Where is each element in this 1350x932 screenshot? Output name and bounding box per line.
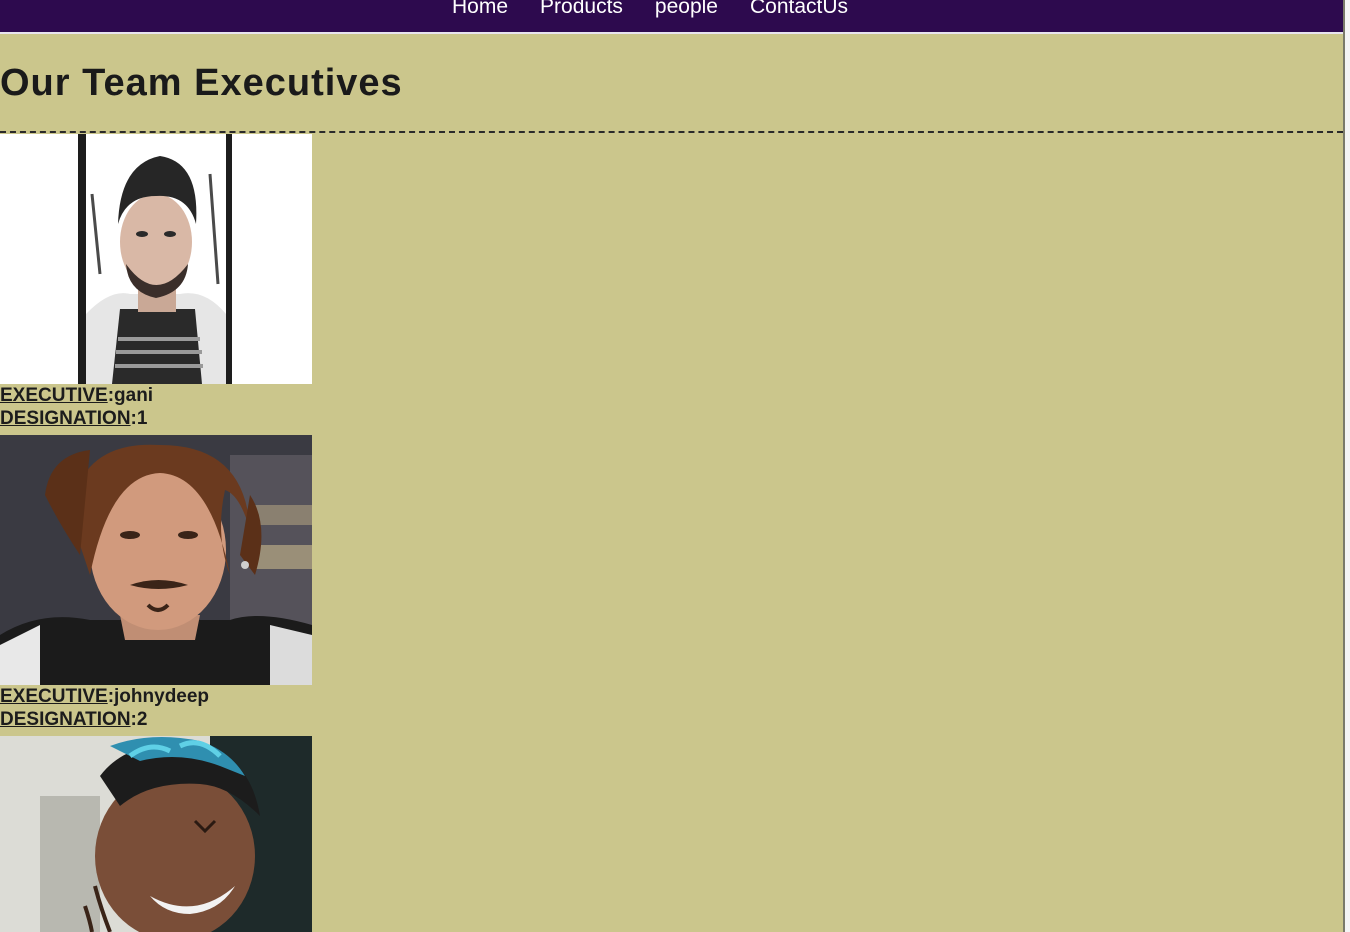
designation-value: 1 — [136, 408, 148, 429]
executive-label: EXECUTIVE — [0, 385, 108, 406]
executive-info: EXECUTIVE:gani DESIGNATION:1 — [0, 384, 312, 430]
nav-item-people[interactable]: people — [655, 0, 718, 20]
designation-label: DESIGNATION — [0, 709, 131, 730]
nav-item-home[interactable]: Home — [452, 0, 508, 20]
designation-row: DESIGNATION:2 — [0, 709, 148, 730]
executive-photo — [0, 134, 312, 384]
nav-item-contactus[interactable]: ContactUs — [750, 0, 848, 20]
nav-menu: Home Products people ContactUs — [452, 0, 880, 20]
scrollbar-edge[interactable] — [1345, 0, 1350, 932]
nav-item-products[interactable]: Products — [540, 0, 623, 20]
executive-name-row: EXECUTIVE:gani — [0, 385, 154, 406]
designation-value: 2 — [136, 709, 148, 730]
executive-card — [0, 736, 312, 932]
executive-name: gani — [114, 385, 154, 406]
section-divider — [0, 131, 1343, 133]
executive-card: EXECUTIVE:gani DESIGNATION:1 — [0, 134, 312, 430]
executive-info: EXECUTIVE:johnydeep DESIGNATION:2 — [0, 685, 312, 731]
top-navbar: Home Products people ContactUs — [0, 0, 1343, 34]
executive-photo — [0, 736, 312, 932]
executive-photo — [0, 435, 312, 685]
page-container: Home Products people ContactUs Our Team … — [0, 0, 1345, 932]
page-title: Our Team Executives — [0, 62, 403, 104]
executive-name: johnydeep — [114, 686, 210, 707]
executive-label: EXECUTIVE — [0, 686, 108, 707]
executive-name-row: EXECUTIVE:johnydeep — [0, 686, 210, 707]
designation-label: DESIGNATION — [0, 408, 131, 429]
executive-card: EXECUTIVE:johnydeep DESIGNATION:2 — [0, 435, 312, 731]
designation-row: DESIGNATION:1 — [0, 408, 148, 429]
